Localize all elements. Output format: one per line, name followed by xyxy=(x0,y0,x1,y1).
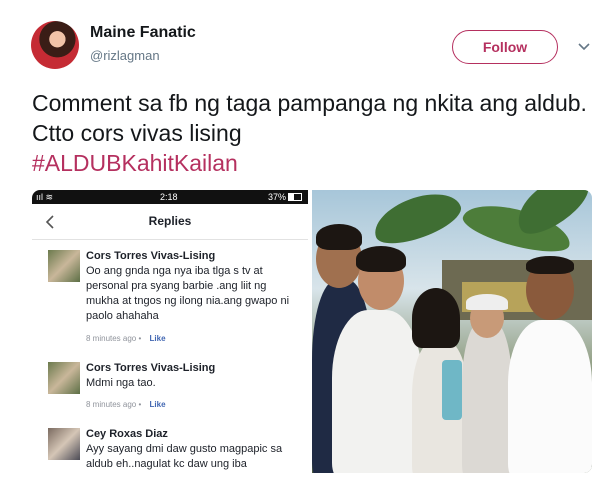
status-time: 2:18 xyxy=(160,192,178,202)
comment-meta: 8 minutes ago • Like xyxy=(86,334,166,343)
battery-percent: 37% xyxy=(268,192,287,202)
comment-text: Oo ang gnda nga nya iba tlga s tv at per… xyxy=(86,265,290,322)
commenter-name: Cey Roxas Diaz xyxy=(86,428,168,440)
battery-icon xyxy=(288,193,302,201)
replies-title: Replies xyxy=(148,214,192,228)
tweet-media[interactable]: ııl ≋ 2:18 37% Replies Cors Torres Vivas… xyxy=(32,190,592,473)
comment-like: Like xyxy=(149,400,166,409)
comment-meta: 8 minutes ago • Like xyxy=(86,400,166,409)
comment-time: 8 minutes ago xyxy=(86,400,137,409)
hashtag-link[interactable]: #ALDUBKahitKailan xyxy=(32,148,592,178)
commenter-name: Cors Torres Vivas-Lising xyxy=(86,250,216,262)
commenter-avatar xyxy=(48,362,80,394)
signal-icon: ııl ≋ xyxy=(36,192,54,202)
commenter-avatar xyxy=(48,250,80,282)
replies-header: Replies xyxy=(32,204,308,240)
follow-button[interactable]: Follow xyxy=(452,30,558,64)
author-handle[interactable]: @rizlagman xyxy=(90,48,160,63)
tweet-text: Comment sa fb ng taga pampanga ng nkita … xyxy=(32,88,592,178)
commenter-name: Cors Torres Vivas-Lising xyxy=(86,362,216,374)
tweet-body: Comment sa fb ng taga pampanga ng nkita … xyxy=(32,90,587,146)
commenter-avatar xyxy=(48,428,80,460)
comment-item: Cey Roxas Diaz Ayy sayang dmi daw gusto … xyxy=(32,428,308,473)
comment-time: 8 minutes ago xyxy=(86,334,137,343)
facebook-replies-screenshot: ııl ≋ 2:18 37% Replies Cors Torres Vivas… xyxy=(32,190,308,473)
comment-item: Cors Torres Vivas-Lising Oo ang gnda nga… xyxy=(32,250,308,343)
comment-text: Ayy sayang dmi daw gusto magpapic sa ald… xyxy=(86,443,283,470)
phone-status-bar: ııl ≋ 2:18 37% xyxy=(32,190,308,204)
comment-item: Cors Torres Vivas-Lising Mdmi nga tao. 8… xyxy=(32,362,308,412)
comment-like: Like xyxy=(149,334,166,343)
author-display-name[interactable]: Maine Fanatic xyxy=(90,24,196,42)
comment-text: Mdmi nga tao. xyxy=(86,377,156,389)
chevron-down-icon[interactable] xyxy=(576,38,592,54)
crowd-photo xyxy=(312,190,592,473)
author-avatar[interactable] xyxy=(31,21,79,69)
